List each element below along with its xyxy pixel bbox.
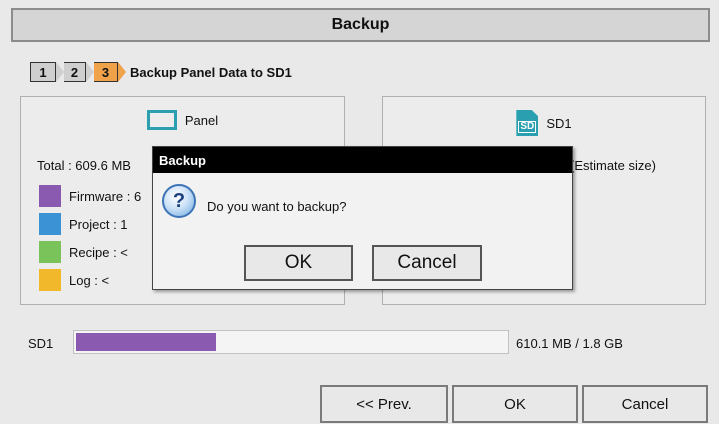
recipe-swatch xyxy=(39,241,61,263)
legend-item-log: Log : < xyxy=(39,269,109,291)
dialog-message: Do you want to backup? xyxy=(207,199,347,214)
storage-label: SD1 xyxy=(28,336,54,351)
destination-header: SD SD1 xyxy=(383,110,705,136)
log-swatch xyxy=(39,269,61,291)
ok-button[interactable]: OK xyxy=(452,385,578,423)
step-2-badge: 2 xyxy=(64,62,86,82)
wizard-step-label: Backup Panel Data to SD1 xyxy=(130,64,292,80)
firmware-swatch xyxy=(39,185,61,207)
confirm-dialog: Backup ? Do you want to backup? OK Cance… xyxy=(152,146,573,290)
sd-icon-label: SD xyxy=(518,121,537,133)
storage-usage-fill xyxy=(76,333,216,351)
panel-icon xyxy=(146,110,177,130)
dialog-title-bar: Backup xyxy=(153,147,572,173)
dialog-ok-button[interactable]: OK xyxy=(244,245,353,281)
source-title: Panel xyxy=(184,112,219,128)
cancel-button[interactable]: Cancel xyxy=(582,385,708,423)
legend-label-recipe: Recipe : < xyxy=(69,244,128,260)
source-total: Total : 609.6 MB xyxy=(37,158,131,173)
step-3-badge-active: 3 xyxy=(94,62,118,82)
sd-card-icon: SD xyxy=(516,110,539,136)
dialog-title: Backup xyxy=(159,152,206,168)
storage-usage-text: 610.1 MB / 1.8 GB xyxy=(516,336,623,351)
question-icon: ? xyxy=(162,184,196,218)
legend-item-project: Project : 1 xyxy=(39,213,128,235)
window-title: Backup xyxy=(331,16,390,33)
legend-item-firmware: Firmware : 6 xyxy=(39,185,141,207)
wizard-steps: 1 2 3 Backup Panel Data to SD1 xyxy=(30,61,292,83)
window-title-bar: Backup xyxy=(11,8,710,42)
step-arrow-icon xyxy=(118,62,126,82)
legend-item-recipe: Recipe : < xyxy=(39,241,128,263)
prev-button[interactable]: << Prev. xyxy=(320,385,448,423)
legend-label-log: Log : < xyxy=(69,272,110,288)
step-arrow-icon xyxy=(56,62,64,82)
project-swatch xyxy=(39,213,61,235)
destination-title: SD1 xyxy=(546,115,572,131)
step-arrow-icon xyxy=(86,62,94,82)
source-header: Panel xyxy=(21,110,344,130)
dialog-cancel-button[interactable]: Cancel xyxy=(372,245,482,281)
legend-label-project: Project : 1 xyxy=(69,216,128,232)
destination-estimate: (Estimate size) xyxy=(570,158,656,173)
storage-usage-bar xyxy=(73,330,509,354)
step-1-badge: 1 xyxy=(30,62,56,82)
legend-label-firmware: Firmware : 6 xyxy=(69,188,142,204)
